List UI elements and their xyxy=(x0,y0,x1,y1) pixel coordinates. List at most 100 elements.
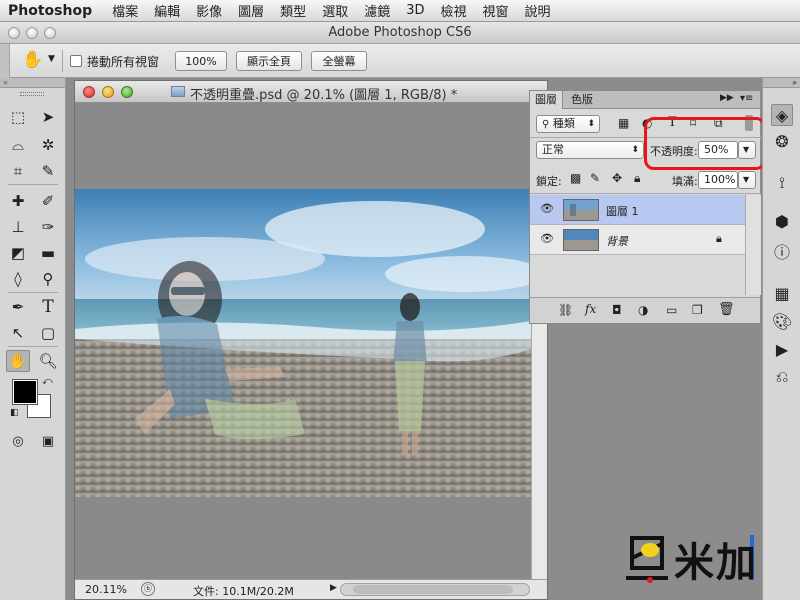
new-adjustment-icon[interactable]: ◑ xyxy=(638,303,648,317)
info-icon[interactable]: ⓘ xyxy=(771,240,793,262)
status-menu-arrow-icon[interactable]: ▶ xyxy=(330,583,337,593)
document-canvas[interactable] xyxy=(75,189,531,497)
lock-pixels-icon[interactable]: ✎ xyxy=(590,171,600,185)
tab-channels[interactable]: 色版 xyxy=(566,91,598,109)
document-title: 不透明重疊.psd @ 20.1% (圖層 1, RGB/8) * xyxy=(190,88,458,103)
actions-icon[interactable]: ▶ xyxy=(771,338,793,360)
dock-expand-icon[interactable]: » xyxy=(763,78,800,88)
menu-window[interactable]: 視窗 xyxy=(483,1,509,20)
history-icon[interactable]: ⎌ xyxy=(771,366,793,388)
foreground-color-swatch[interactable] xyxy=(12,379,38,405)
canvas-photo xyxy=(75,189,531,497)
layer-style-icon[interactable]: fx xyxy=(585,302,596,316)
eye-icon[interactable]: 👁︎ xyxy=(540,233,554,245)
add-mask-icon[interactable]: ◘ xyxy=(612,303,622,317)
lock-icon: 🔒︎ xyxy=(716,232,722,245)
lock-position-icon[interactable]: ✥ xyxy=(612,171,622,185)
menu-3d[interactable]: 3D xyxy=(406,3,424,18)
layers-icon[interactable]: ◈ xyxy=(771,104,793,126)
tab-layers[interactable]: 圖層 xyxy=(530,91,563,109)
paths-icon[interactable]: ⟟ xyxy=(771,172,793,194)
menu-type[interactable]: 類型 xyxy=(280,1,306,20)
layer-name[interactable]: 背景 xyxy=(606,233,628,249)
blur-icon[interactable]: ◊ xyxy=(6,268,30,290)
channels-icon[interactable]: ❂ xyxy=(771,130,793,152)
app-menu[interactable]: Photoshop xyxy=(8,3,92,19)
tools-grip[interactable] xyxy=(20,92,44,96)
quick-mask-icon[interactable]: ◎ xyxy=(6,430,30,452)
brush-icon[interactable]: ✐ xyxy=(36,190,60,212)
layer-row-layer1[interactable]: 👁︎ 圖層 1 xyxy=(530,195,745,225)
crop-icon[interactable]: ⌗ xyxy=(6,160,30,182)
menu-file[interactable]: 檔案 xyxy=(112,1,138,20)
tools-collapse-icon[interactable]: « xyxy=(0,78,65,88)
marquee-icon[interactable]: ⬚ xyxy=(6,106,30,128)
eye-icon[interactable]: 👁︎ xyxy=(540,203,554,215)
lasso-icon[interactable]: ⌓ xyxy=(6,134,30,156)
options-grip[interactable] xyxy=(0,44,10,78)
layers-scrollbar[interactable] xyxy=(745,195,761,295)
3d-icon[interactable]: ⬢ xyxy=(771,210,793,232)
history-brush-icon[interactable]: ✑ xyxy=(36,216,60,238)
actual-pixels-button[interactable]: 100% xyxy=(175,51,227,71)
minimize-document-button[interactable] xyxy=(102,86,114,98)
filter-pixel-icon[interactable]: ▦ xyxy=(618,116,629,130)
swap-colors-icon[interactable]: ⤺ xyxy=(42,376,53,387)
lock-all-icon[interactable]: 🔒︎ xyxy=(634,171,640,186)
fill-label: 填滿: xyxy=(672,175,698,188)
gradient-icon[interactable]: ▬ xyxy=(36,242,60,264)
delete-layer-icon[interactable]: 🗑︎ xyxy=(718,302,735,317)
hand-tool-preset-icon[interactable]: ✋ xyxy=(22,50,43,70)
panel-menu-icon[interactable]: ▾≡ xyxy=(740,93,753,104)
path-select-icon[interactable]: ↖ xyxy=(6,322,30,344)
close-document-button[interactable] xyxy=(83,86,95,98)
fill-screen-button[interactable]: 全螢幕 xyxy=(311,51,367,71)
menu-view[interactable]: 檢視 xyxy=(441,1,467,20)
opacity-highlight xyxy=(644,117,766,170)
status-info-icon[interactable]: ⓑ xyxy=(141,582,155,596)
healing-brush-icon[interactable]: ✚ xyxy=(6,190,30,212)
fill-input[interactable]: 100% xyxy=(698,171,738,189)
scrollbar-thumb[interactable] xyxy=(353,585,513,594)
scroll-all-windows-checkbox[interactable] xyxy=(70,55,82,67)
magic-wand-icon[interactable]: ✲ xyxy=(36,134,60,156)
chevron-down-icon[interactable]: ▼ xyxy=(48,54,55,64)
layer-filter-select[interactable]: ⚲ 種類 ⬍ xyxy=(536,115,600,133)
blend-mode-select[interactable]: 正常 ⬍ xyxy=(536,141,644,159)
eraser-icon[interactable]: ◩ xyxy=(6,242,30,264)
layer-name[interactable]: 圖層 1 xyxy=(606,203,639,219)
clone-stamp-icon[interactable]: ⊥ xyxy=(6,216,30,238)
menu-filter[interactable]: 濾鏡 xyxy=(364,1,390,20)
default-colors-icon[interactable]: ◧ xyxy=(10,408,19,418)
layer-row-background[interactable]: 👁︎ 背景 🔒︎ xyxy=(530,225,745,255)
dodge-icon[interactable]: ⚲ xyxy=(36,268,60,290)
lock-transparency-icon[interactable]: ▩ xyxy=(570,171,581,185)
shape-icon[interactable]: ▢ xyxy=(36,322,60,344)
eyedropper-icon[interactable]: ✎ xyxy=(36,160,60,182)
menu-image[interactable]: 影像 xyxy=(196,1,222,20)
move-icon[interactable]: ➤ xyxy=(36,106,60,128)
collapse-panel-icon[interactable]: ▶▶ xyxy=(720,93,734,103)
screen-mode-icon[interactable]: ▣ xyxy=(36,430,60,452)
new-layer-icon[interactable]: ❐ xyxy=(692,303,703,317)
link-layers-icon[interactable]: ⛓︎ xyxy=(558,303,573,317)
new-group-icon[interactable]: ▭ xyxy=(666,303,677,317)
styles-icon[interactable]: 🎨︎ xyxy=(771,310,793,332)
layer-filter-label: 種類 xyxy=(552,117,575,130)
zoom-icon[interactable]: 🔍︎ xyxy=(36,350,60,372)
swatches-icon[interactable]: ▦ xyxy=(771,282,793,304)
tools-panel: « ⬚ ➤ ⌓ ✲ ⌗ ✎ ✚ ✐ ⊥ ✑ ◩ ▬ ◊ ⚲ ✒ T ↖ ▢ ✋ … xyxy=(0,78,66,600)
hand-icon[interactable]: ✋ xyxy=(6,350,30,372)
fit-screen-button[interactable]: 顯示全頁 xyxy=(236,51,302,71)
menu-select[interactable]: 選取 xyxy=(322,1,348,20)
zoom-level[interactable]: 20.11% xyxy=(85,583,127,596)
fill-dropdown-icon[interactable]: ▼ xyxy=(738,171,756,189)
menu-edit[interactable]: 編輯 xyxy=(154,1,180,20)
zoom-document-button[interactable] xyxy=(121,86,133,98)
type-icon[interactable]: T xyxy=(36,296,60,318)
menu-layer[interactable]: 圖層 xyxy=(238,1,264,20)
pen-icon[interactable]: ✒ xyxy=(6,296,30,318)
document-horizontal-scrollbar[interactable] xyxy=(340,583,530,596)
menu-help[interactable]: 說明 xyxy=(525,1,551,20)
layer-thumbnail xyxy=(563,199,599,221)
